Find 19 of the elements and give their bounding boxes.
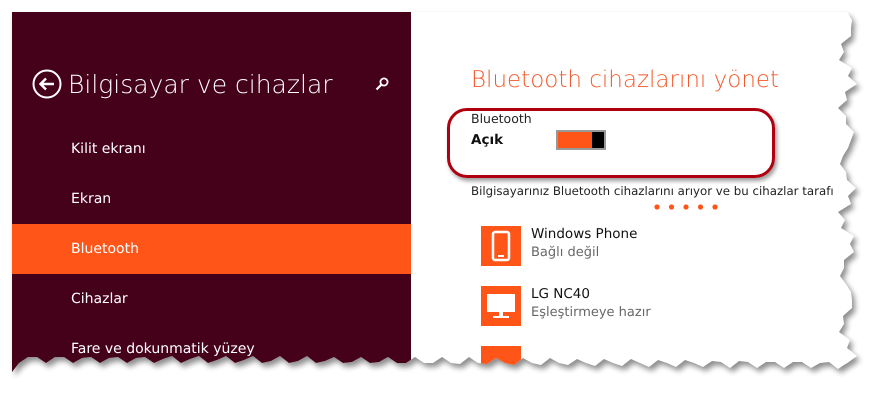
monitor-icon <box>481 286 521 326</box>
device-status: Eşleştirmeye hazır <box>531 305 651 320</box>
sidebar-item[interactable]: Kilit ekranı <box>12 124 411 174</box>
device-name[interactable]: Windows Phone <box>531 226 638 242</box>
phone-icon <box>481 226 521 266</box>
description-text: Bilgisayarınız Bluetooth cihazlarını arıyor ve bu cihazlar tarafı <box>471 184 835 198</box>
device-name[interactable]: LG NC40 <box>531 286 651 302</box>
page-title: Bilgisayar ve cihazlar <box>68 70 334 98</box>
back-icon[interactable] <box>32 69 62 99</box>
sidebar-item[interactable]: Cihazlar <box>12 274 411 324</box>
search-icon[interactable] <box>375 77 389 91</box>
progress-dots-icon <box>654 204 719 210</box>
bluetooth-toggle[interactable] <box>556 130 606 150</box>
sidebar-item[interactable]: Fare ve dokunmatik yüzey <box>12 324 411 374</box>
section-heading: Bluetooth cihazlarını yönet <box>471 67 780 93</box>
sidebar-item[interactable]: Ekran <box>12 174 411 224</box>
toggle-label: Bluetooth <box>471 111 533 126</box>
device-status: Bağlı değil <box>531 245 600 260</box>
toggle-state: Açık <box>471 132 504 148</box>
